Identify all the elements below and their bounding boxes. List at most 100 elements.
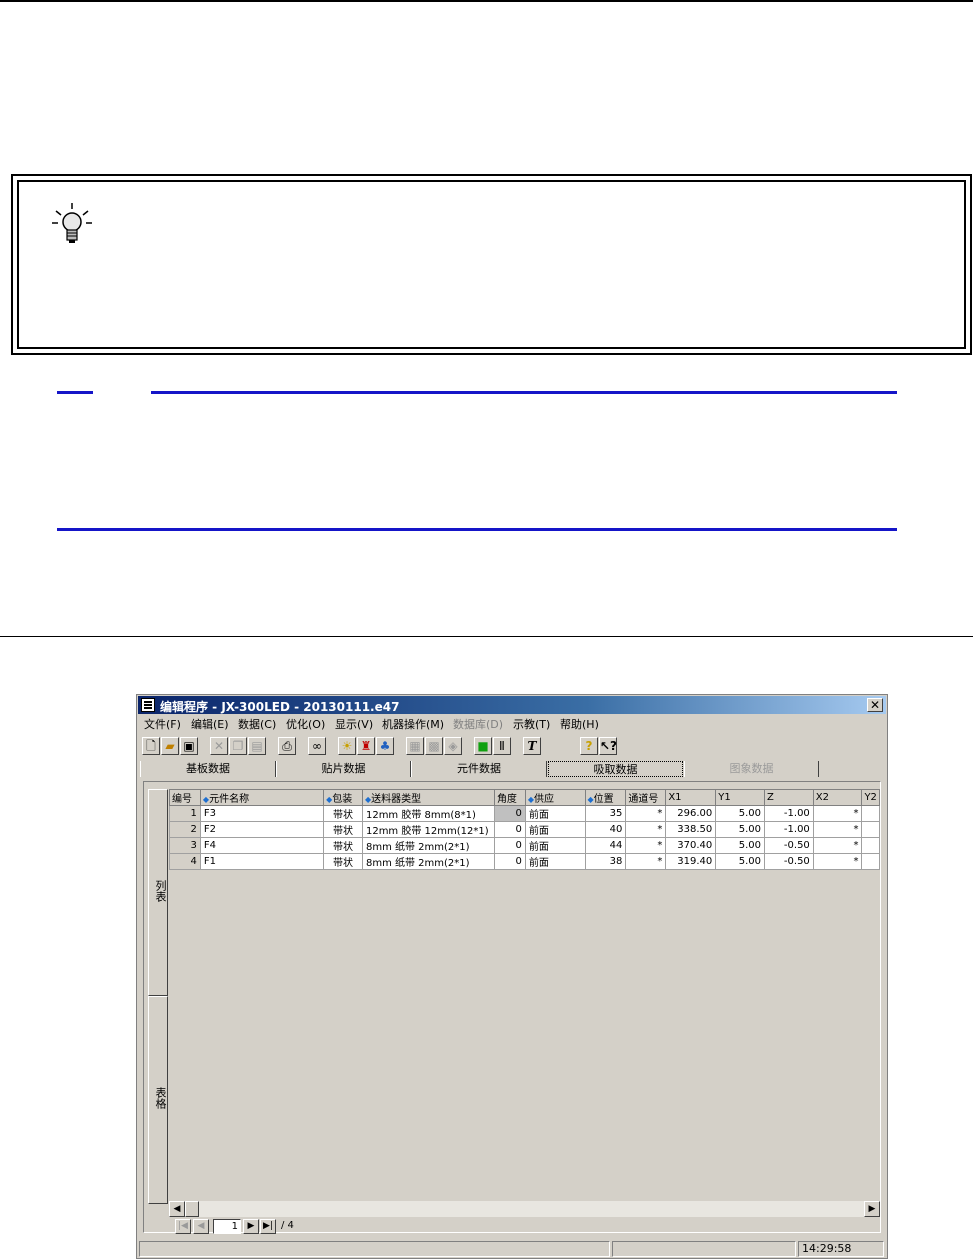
cell-package[interactable]: 带状 <box>323 805 363 822</box>
cell-x2[interactable]: * <box>812 853 863 870</box>
menu-machine[interactable]: 机器操作(M) <box>382 716 444 732</box>
new-file-icon[interactable]: 🗋 <box>142 737 160 755</box>
cell-y2[interactable] <box>861 805 880 822</box>
horizontal-scrollbar[interactable]: ◀ ▶ <box>169 1201 880 1217</box>
col-header-channel[interactable]: 通道号 <box>625 789 667 806</box>
cell-angle[interactable]: 0 <box>493 805 526 822</box>
title-bar[interactable]: 编辑程序 - JX-300LED - 20130111.e47 ✕ <box>138 696 886 714</box>
cell-x1[interactable]: 319.40 <box>665 853 717 870</box>
cell-name[interactable]: F2 <box>199 821 325 838</box>
cell-channel[interactable]: * <box>625 853 667 870</box>
cell-supply[interactable]: 前面 <box>524 837 586 854</box>
cell-position[interactable]: 38 <box>584 853 627 870</box>
col-header-feeder-type[interactable]: ◆送料器类型 <box>361 789 495 806</box>
menu-edit[interactable]: 编辑(E) <box>191 716 229 732</box>
cell-number[interactable]: 2 <box>169 821 201 838</box>
table-row[interactable]: 2 F2 带状 12mm 胶带 12mm(12*1) 0 前面 40 * 338… <box>169 821 880 838</box>
cell-z[interactable]: -1.00 <box>764 821 814 838</box>
scroll-right-icon[interactable]: ▶ <box>864 1201 880 1217</box>
table-row[interactable]: 3 F4 带状 8mm 纸带 2mm(2*1) 0 前面 44 * 370.40… <box>169 837 880 854</box>
cell-name[interactable]: F3 <box>199 805 325 822</box>
scroll-left-icon[interactable]: ◀ <box>169 1201 185 1217</box>
cell-position[interactable]: 40 <box>584 821 627 838</box>
cell-x2[interactable]: * <box>812 821 863 838</box>
menu-optimize[interactable]: 优化(O) <box>286 716 325 732</box>
color-icon[interactable]: ♣ <box>376 737 394 755</box>
cell-z[interactable]: -0.50 <box>764 853 814 870</box>
col-header-x1[interactable]: X1 <box>665 789 717 806</box>
col-header-name[interactable]: ◆元件名称 <box>199 789 325 806</box>
cell-package[interactable]: 带状 <box>323 853 363 870</box>
tab-component-data[interactable]: 元件数据 <box>411 761 547 777</box>
cell-angle[interactable]: 0 <box>493 837 526 854</box>
cell-x1[interactable]: 296.00 <box>665 805 717 822</box>
col-header-angle[interactable]: 角度 <box>493 789 526 806</box>
help-icon[interactable]: ? <box>580 737 598 755</box>
scroll-thumb[interactable] <box>185 1201 199 1217</box>
find-icon[interactable]: ∞ <box>308 737 326 755</box>
cell-angle[interactable]: 0 <box>493 821 526 838</box>
cell-x2[interactable]: * <box>812 837 863 854</box>
next-page-icon[interactable]: ▶ <box>243 1219 259 1234</box>
cell-number[interactable]: 1 <box>169 805 201 822</box>
cell-feeder-type[interactable]: 12mm 胶带 8mm(8*1) <box>361 805 495 822</box>
col-header-position[interactable]: ◆位置 <box>584 789 627 806</box>
cell-z[interactable]: -1.00 <box>764 805 814 822</box>
cell-supply[interactable]: 前面 <box>524 805 586 822</box>
light-icon[interactable]: ☀ <box>338 737 356 755</box>
tab-pickup-data[interactable]: 吸取数据 <box>548 761 683 777</box>
col-header-package[interactable]: ◆包装 <box>323 789 363 806</box>
last-page-icon[interactable]: ▶| <box>260 1219 276 1234</box>
col-header-number[interactable]: 编号 <box>169 789 201 806</box>
cell-number[interactable]: 4 <box>169 853 201 870</box>
tab-placement-data[interactable]: 贴片数据 <box>276 761 411 777</box>
table-row[interactable]: 4 F1 带状 8mm 纸带 2mm(2*1) 0 前面 38 * 319.40… <box>169 853 880 870</box>
component-icon[interactable]: ♜ <box>357 737 375 755</box>
col-header-y2[interactable]: Y2 <box>861 789 880 806</box>
cell-z[interactable]: -0.50 <box>764 837 814 854</box>
cell-supply[interactable]: 前面 <box>524 853 586 870</box>
bracket-icon[interactable]: Ⅱ <box>493 737 511 755</box>
col-header-supply[interactable]: ◆供应 <box>524 789 586 806</box>
cell-y2[interactable] <box>861 821 880 838</box>
context-help-icon[interactable]: ↖? <box>599 737 617 755</box>
menu-file[interactable]: 文件(F) <box>144 716 181 732</box>
col-header-x2[interactable]: X2 <box>812 789 863 806</box>
print-icon[interactable]: ⎙ <box>278 737 296 755</box>
green-icon[interactable]: ■ <box>474 737 492 755</box>
cell-name[interactable]: F4 <box>199 837 325 854</box>
cell-supply[interactable]: 前面 <box>524 821 586 838</box>
menu-data[interactable]: 数据(C) <box>238 716 276 732</box>
page-number-input[interactable]: 1 <box>213 1219 241 1234</box>
cell-y1[interactable]: 5.00 <box>715 805 765 822</box>
open-folder-icon[interactable]: ▰ <box>161 737 179 755</box>
menu-help[interactable]: 帮助(H) <box>560 716 599 732</box>
cell-y1[interactable]: 5.00 <box>715 853 765 870</box>
cell-number[interactable]: 3 <box>169 837 201 854</box>
col-header-y1[interactable]: Y1 <box>715 789 765 806</box>
cell-feeder-type[interactable]: 12mm 胶带 12mm(12*1) <box>361 821 495 838</box>
cell-y1[interactable]: 5.00 <box>715 821 765 838</box>
table-row[interactable]: 1 F3 带状 12mm 胶带 8mm(8*1) 0 前面 35 * 296.0… <box>169 805 880 822</box>
cell-package[interactable]: 带状 <box>323 837 363 854</box>
text-icon[interactable]: T <box>523 737 541 755</box>
side-tab-list[interactable]: 列表 <box>148 789 168 996</box>
cell-package[interactable]: 带状 <box>323 821 363 838</box>
cell-feeder-type[interactable]: 8mm 纸带 2mm(2*1) <box>361 837 495 854</box>
close-button[interactable]: ✕ <box>867 698 883 712</box>
cell-angle[interactable]: 0 <box>493 853 526 870</box>
cell-x1[interactable]: 370.40 <box>665 837 717 854</box>
side-tab-table[interactable]: 表格 <box>148 996 168 1204</box>
cell-y2[interactable] <box>861 853 880 870</box>
col-header-z[interactable]: Z <box>764 789 814 806</box>
tab-board-data[interactable]: 基板数据 <box>140 761 276 777</box>
save-icon[interactable]: ▣ <box>180 737 198 755</box>
cell-channel[interactable]: * <box>625 805 667 822</box>
cell-channel[interactable]: * <box>625 837 667 854</box>
cell-name[interactable]: F1 <box>199 853 325 870</box>
cell-y1[interactable]: 5.00 <box>715 837 765 854</box>
menu-teach[interactable]: 示教(T) <box>513 716 550 732</box>
menu-view[interactable]: 显示(V) <box>335 716 373 732</box>
cell-x1[interactable]: 338.50 <box>665 821 717 838</box>
cell-channel[interactable]: * <box>625 821 667 838</box>
